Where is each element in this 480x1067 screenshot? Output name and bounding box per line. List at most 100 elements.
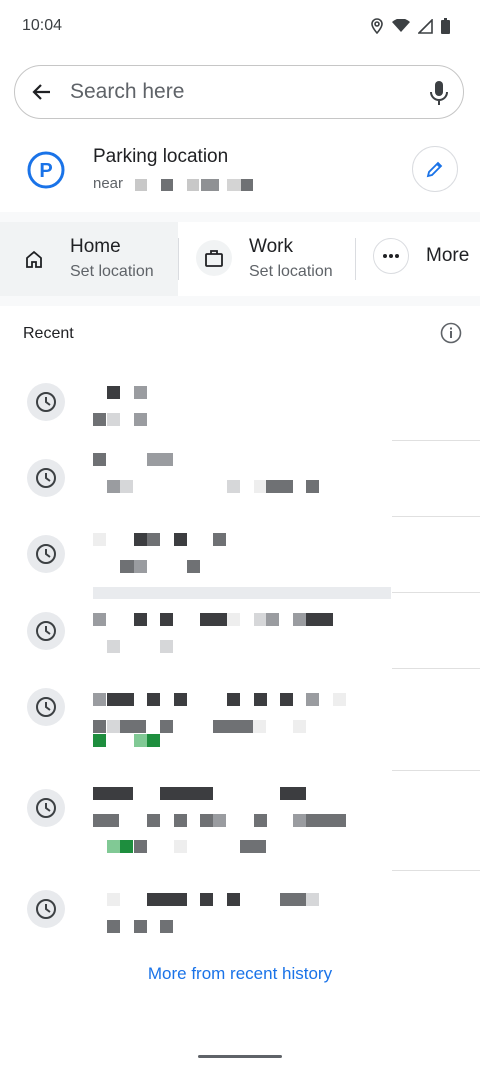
- more-button[interactable]: [373, 238, 409, 274]
- redacted-text-block: [293, 814, 306, 827]
- wifi-icon: [392, 19, 410, 32]
- list-item[interactable]: [0, 604, 480, 658]
- redacted-text-block: [93, 693, 106, 706]
- search-bar[interactable]: Search here: [14, 65, 464, 119]
- redacted-text-block: [227, 693, 240, 706]
- divider: [93, 587, 391, 599]
- divider: [392, 516, 480, 517]
- redacted-text-block: [134, 560, 147, 573]
- redacted-text-block: [134, 920, 147, 933]
- redacted-text-block: [147, 693, 160, 706]
- redacted-text-block: [227, 613, 240, 626]
- history-clock-icon: [27, 890, 65, 928]
- work-subtitle: Set location: [249, 263, 333, 280]
- redacted-text-block: [147, 734, 160, 747]
- redacted-text-block: [120, 840, 133, 853]
- redacted-text-block: [174, 814, 187, 827]
- redacted-text-block: [333, 693, 346, 706]
- redacted-text-block: [200, 613, 227, 626]
- redacted-text-block: [107, 720, 120, 733]
- history-clock-icon: [27, 459, 65, 497]
- back-arrow-icon[interactable]: [30, 80, 54, 104]
- more-dots-icon: [383, 254, 399, 258]
- redacted-text-block: [280, 693, 293, 706]
- list-item[interactable]: [0, 451, 480, 505]
- redacted-text-block: [306, 893, 319, 906]
- redacted-text-block: [306, 613, 333, 626]
- redacted-text-block: [293, 613, 306, 626]
- divider: [392, 770, 480, 771]
- list-item[interactable]: [0, 882, 480, 936]
- pencil-icon: [426, 161, 443, 178]
- redacted-text-block: [147, 814, 160, 827]
- edit-parking-button[interactable]: [412, 146, 458, 192]
- mic-icon[interactable]: [429, 80, 449, 106]
- more-label[interactable]: More: [426, 245, 469, 267]
- redacted-text-block: [134, 413, 147, 426]
- redacted-text-block: [120, 480, 133, 493]
- redacted-text-block: [240, 840, 266, 853]
- redacted-text-block: [134, 613, 147, 626]
- redacted-text-block: [253, 720, 266, 733]
- redacted-text-block: [254, 814, 267, 827]
- redacted-text-block: [93, 413, 106, 426]
- redacted-text-block: [160, 640, 173, 653]
- redacted-text-block: [93, 453, 106, 466]
- home-indicator[interactable]: [198, 1055, 282, 1058]
- redacted-text-block: [227, 480, 240, 493]
- redacted-text-block: [227, 893, 240, 906]
- redacted-text-block: [93, 814, 119, 827]
- redacted-text-block: [213, 814, 226, 827]
- divider: [178, 238, 179, 280]
- home-icon: [16, 241, 52, 277]
- redacted-text-block: [147, 453, 173, 466]
- search-input[interactable]: Search here: [70, 80, 184, 104]
- redacted-text-block: [280, 893, 306, 906]
- recent-heading: Recent: [23, 325, 74, 342]
- divider: [392, 440, 480, 441]
- history-clock-icon: [27, 789, 65, 827]
- redacted-text-block: [107, 413, 120, 426]
- redacted-text-block: [280, 787, 306, 800]
- redacted-text-block: [107, 893, 120, 906]
- redacted-text-block: [174, 533, 187, 546]
- list-item[interactable]: [0, 781, 480, 835]
- parking-title[interactable]: Parking location: [93, 146, 228, 168]
- redacted-text-block: [134, 734, 147, 747]
- redacted-text-block: [174, 693, 187, 706]
- divider: [392, 870, 480, 871]
- briefcase-icon[interactable]: [196, 240, 232, 276]
- divider: [392, 592, 480, 593]
- redacted-text-block: [107, 386, 120, 399]
- status-icons: [370, 18, 450, 34]
- redacted-text-block: [213, 533, 226, 546]
- list-item[interactable]: [0, 375, 480, 429]
- list-item[interactable]: [0, 527, 480, 581]
- info-icon[interactable]: [440, 322, 462, 344]
- redacted-text-block: [147, 893, 187, 906]
- redacted-text-block: [160, 920, 173, 933]
- divider: [392, 668, 480, 669]
- battery-icon: [441, 18, 450, 34]
- redacted-text-block: [107, 840, 120, 853]
- redacted-text-block: [306, 480, 319, 493]
- redacted-text-block: [160, 720, 173, 733]
- redacted-text-block: [93, 533, 106, 546]
- history-clock-icon: [27, 535, 65, 573]
- redacted-text-block: [134, 386, 147, 399]
- parking-subtitle: near: [93, 175, 253, 192]
- redacted-text-block: [134, 840, 147, 853]
- redacted-text-block: [266, 480, 293, 493]
- parking-icon: P: [27, 151, 65, 189]
- redacted-text-block: [254, 693, 267, 706]
- history-clock-icon: [27, 383, 65, 421]
- history-clock-icon: [27, 612, 65, 650]
- redacted-text-block: [93, 787, 133, 800]
- svg-text:P: P: [39, 160, 52, 182]
- redacted-text-block: [306, 693, 319, 706]
- redacted-text-block: [107, 920, 120, 933]
- more-from-recent-history-link[interactable]: More from recent history: [0, 964, 480, 984]
- redacted-text-block: [293, 720, 306, 733]
- work-title[interactable]: Work: [249, 236, 293, 258]
- signal-icon: [418, 18, 433, 34]
